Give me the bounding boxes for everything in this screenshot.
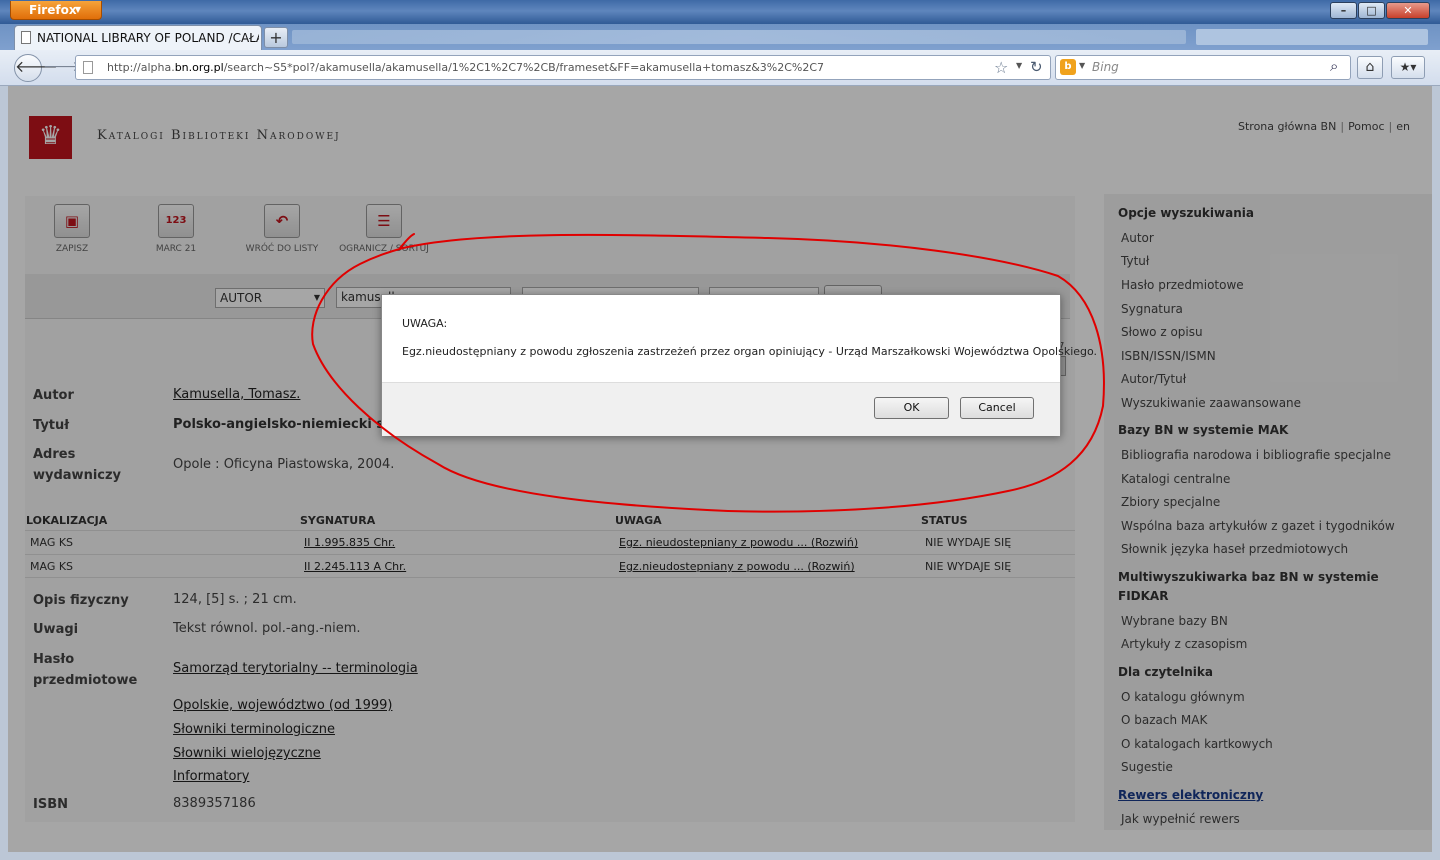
tab-bar: NATIONAL LIBRARY OF POLAND /CAŁA... + — [0, 24, 1440, 50]
url-bar[interactable]: http://alpha.bn.org.pl/search~S5*pol?/ak… — [75, 55, 1051, 80]
forward-button[interactable]: 🡒 — [43, 59, 81, 78]
alert-dialog: UWAGA: Egz.nieudostępniany z powodu zgło… — [381, 294, 1097, 436]
back-button[interactable]: 🡐 — [14, 54, 58, 82]
chevron-down-icon[interactable]: ▼ — [1079, 61, 1085, 70]
dialog-message: Egz.nieudostępniany z powodu zgłoszenia … — [402, 345, 1098, 358]
home-button[interactable]: ⌂ — [1357, 56, 1383, 79]
dialog-title: UWAGA: — [402, 317, 448, 330]
chevron-down-icon[interactable]: ▼ — [1016, 61, 1022, 70]
url-text[interactable]: http://alpha.bn.org.pl/search~S5*pol?/ak… — [107, 61, 824, 74]
background-tabs[interactable] — [292, 30, 1186, 44]
bookmarks-button[interactable]: ★▾ — [1391, 56, 1425, 79]
firefox-menu-label: Firefox — [29, 3, 77, 17]
window-titlebar: Firefox ▼ – □ ✕ — [0, 0, 1440, 24]
background-tab-search[interactable] — [1196, 29, 1428, 45]
search-icon[interactable]: ⌕ — [1330, 57, 1338, 75]
modal-overlay — [8, 86, 1432, 852]
close-window-button[interactable]: ✕ — [1386, 2, 1430, 19]
dialog-footer: OK Cancel — [382, 382, 1060, 436]
page-icon — [83, 61, 93, 74]
search-bar[interactable]: b ▼ Bing ⌕ — [1055, 55, 1351, 80]
maximize-button[interactable]: □ — [1358, 2, 1385, 19]
new-tab-button[interactable]: + — [264, 27, 288, 48]
bookmark-star-icon[interactable]: ☆ — [994, 58, 1008, 77]
ok-button[interactable]: OK — [874, 397, 949, 419]
cancel-button[interactable]: Cancel — [960, 397, 1034, 419]
window-bottom-border — [0, 852, 1440, 860]
search-engine-placeholder: Bing — [1092, 60, 1119, 74]
navigation-toolbar: 🡐 🡒 http://alpha.bn.org.pl/search~S5*pol… — [0, 50, 1440, 86]
tab-active[interactable]: NATIONAL LIBRARY OF POLAND /CAŁA... — [14, 25, 262, 50]
tab-title: NATIONAL LIBRARY OF POLAND /CAŁA... — [37, 31, 259, 45]
page-icon — [21, 31, 31, 44]
bing-icon[interactable]: b — [1060, 59, 1076, 75]
chevron-down-icon: ▼ — [74, 5, 81, 14]
minimize-button[interactable]: – — [1330, 2, 1357, 19]
firefox-menu-button[interactable]: Firefox ▼ — [10, 1, 102, 20]
reload-icon[interactable]: ↻ — [1030, 58, 1043, 76]
page-viewport: ♛ Katalogi Biblioteki Narodowej Strona g… — [8, 86, 1432, 852]
